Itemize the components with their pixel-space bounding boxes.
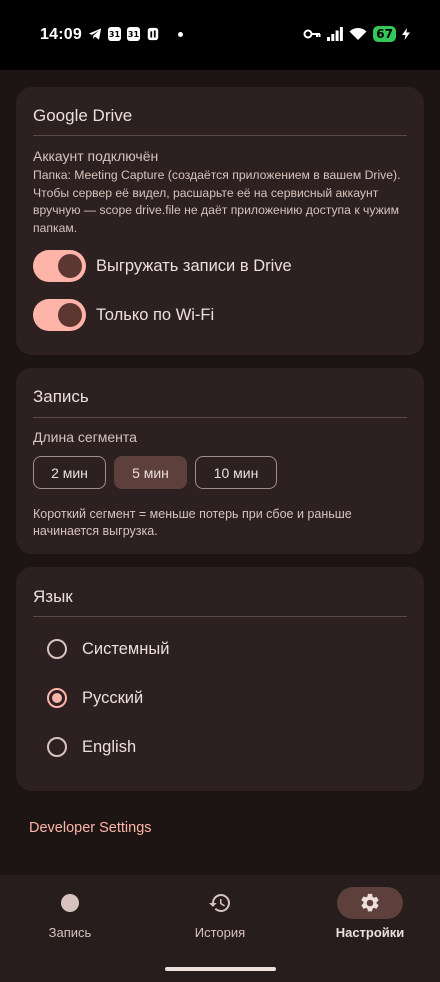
segment-chip-10min[interactable]: 10 мин xyxy=(195,456,277,489)
dot-icon xyxy=(178,31,183,37)
nav-item-settings[interactable]: Настройки xyxy=(300,887,440,947)
status-bar: 14:09 31 31 67 xyxy=(0,0,440,70)
segment-chip-2min[interactable]: 2 мин xyxy=(33,456,106,489)
telegram-icon xyxy=(88,28,102,40)
divider xyxy=(33,417,407,418)
developer-settings-link[interactable]: Developer Settings xyxy=(29,820,152,836)
battery-icon: 67 xyxy=(373,26,396,42)
calendar-icon: 31 xyxy=(108,27,121,41)
calendar-icon: 31 xyxy=(127,27,140,41)
gear-icon xyxy=(361,893,379,912)
card-title-language: Язык xyxy=(33,587,73,606)
divider xyxy=(33,135,407,136)
wifi-only-toggle-switch[interactable] xyxy=(33,299,86,331)
language-option-label: Русский xyxy=(82,688,144,707)
history-icon xyxy=(209,894,230,912)
segment-length-label: Длина сегмента xyxy=(33,429,137,445)
radio-button[interactable] xyxy=(47,737,67,757)
nav-icon-container-active xyxy=(337,887,403,919)
settings-screen: Google Drive Аккаунт подключён Папка: Me… xyxy=(0,70,440,875)
key-icon xyxy=(303,29,321,39)
upload-toggle-label: Выгружать записи в Drive xyxy=(96,256,292,275)
toggle-thumb xyxy=(58,303,82,327)
nav-label-settings: Настройки xyxy=(335,925,405,940)
radio-button[interactable] xyxy=(47,639,67,659)
folder-note: Папка: Meeting Capture (создаётся прилож… xyxy=(33,168,401,235)
card-title-recording: Запись xyxy=(33,387,89,406)
language-option-label: Системный xyxy=(82,639,170,658)
nav-item-history[interactable]: История xyxy=(150,887,290,947)
card-title-google-drive: Google Drive xyxy=(33,106,133,125)
wifi-icon xyxy=(349,27,367,40)
status-system-icons: 67 xyxy=(303,26,410,42)
segment-hint: Короткий сегмент = меньше потерь при сбо… xyxy=(33,507,352,538)
language-option-system[interactable]: Системный xyxy=(47,639,169,659)
nav-icon-container xyxy=(187,887,253,919)
nav-label-history: История xyxy=(194,925,246,940)
status-time: 14:09 xyxy=(40,26,82,43)
nav-icon-container xyxy=(37,887,103,919)
sim-icon xyxy=(147,27,159,41)
wifi-only-toggle-label: Только по Wi-Fi xyxy=(96,305,215,324)
language-option-russian[interactable]: Русский xyxy=(47,688,143,708)
account-status: Аккаунт подключён xyxy=(33,148,159,164)
nav-label-record: Запись xyxy=(48,925,92,940)
status-notification-icons: 31 31 xyxy=(88,27,183,41)
radio-button-selected[interactable] xyxy=(47,688,67,708)
charging-icon xyxy=(402,28,410,40)
divider xyxy=(33,616,407,617)
home-indicator[interactable] xyxy=(165,967,276,971)
language-option-label: English xyxy=(82,737,137,756)
segment-chip-5min[interactable]: 5 мин xyxy=(114,456,187,489)
google-drive-card: Google Drive Аккаунт подключён Папка: Me… xyxy=(16,87,424,355)
nav-item-record[interactable]: Запись xyxy=(0,887,140,947)
bottom-navigation: Запись История Настройки xyxy=(0,875,440,982)
language-card: Язык Системный Русский English xyxy=(16,567,424,791)
language-option-english[interactable]: English xyxy=(47,737,136,757)
upload-toggle-row[interactable]: Выгружать записи в Drive xyxy=(33,250,292,282)
wifi-only-toggle-row[interactable]: Только по Wi-Fi xyxy=(33,299,214,331)
signal-icon xyxy=(327,27,344,41)
upload-toggle-switch[interactable] xyxy=(33,250,86,282)
recording-card: Запись Длина сегмента 2 мин 5 мин 10 мин… xyxy=(16,368,424,554)
toggle-thumb xyxy=(58,254,82,278)
record-dot-icon xyxy=(61,894,79,912)
